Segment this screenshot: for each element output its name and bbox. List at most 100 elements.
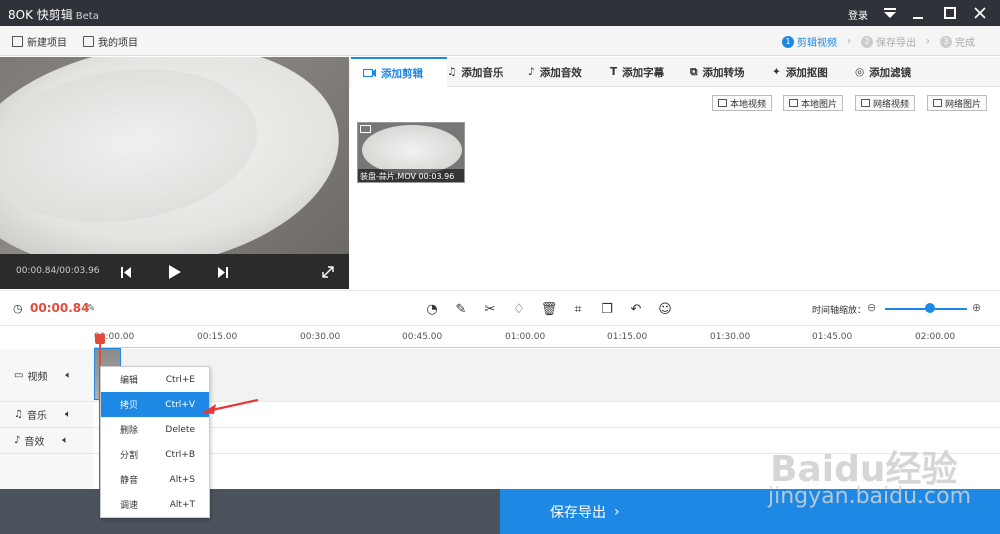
delete-icon[interactable]: 🗑: [540, 300, 558, 318]
player-controls: 00:00.84/00:03.96: [0, 254, 349, 289]
media-panel: 添加剪辑 ♫ 添加音乐 ♪ 添加音效 T 添加字幕 ⧉ 添加转场 ✦ 添加抠图 ◎ 添加滤镜…: [349, 57, 1000, 289]
menu-item-mute[interactable]: 静音 Alt+S: [101, 467, 209, 492]
step-3-label: 完成: [955, 38, 975, 49]
clip-plate-image: [362, 125, 462, 175]
music-note-icon: ♫: [14, 409, 23, 420]
transition-icon: ⧉: [690, 65, 698, 78]
logo-mark: 8OK: [8, 8, 37, 22]
ruler-tick: 00:30.00: [300, 332, 341, 342]
chevron-right-icon: ›: [614, 503, 620, 520]
online-video-button[interactable]: 网络视频: [855, 95, 916, 111]
menu-item-shortcut: Ctrl+E: [165, 374, 195, 385]
maximize-icon[interactable]: [934, 0, 966, 26]
scissors-icon[interactable]: ✂: [481, 300, 499, 318]
pen-icon[interactable]: ✎: [452, 300, 470, 318]
ruler-tick: 02:00.00: [915, 332, 956, 342]
menu-item-shortcut: Ctrl+B: [165, 449, 195, 460]
clock-icon: ◷: [13, 302, 23, 315]
step-3-number: 3: [940, 35, 952, 48]
menu-item-speed[interactable]: 调速 Alt+T: [101, 492, 209, 517]
tab-add-subtitle-label: 添加字幕: [622, 66, 665, 79]
zoom-out-icon[interactable]: ⊖: [867, 301, 876, 314]
timeline-ruler[interactable]: 00:00.00 00:15.00 00:30.00 00:45.00 01:0…: [94, 328, 1000, 348]
my-project-button[interactable]: 我的项目: [83, 34, 138, 49]
media-clip-thumbnail[interactable]: 装盘-蒜片.MOV 00:03.96: [357, 122, 465, 183]
login-link[interactable]: 登录: [848, 7, 868, 22]
ruler-baseline: [94, 347, 1000, 348]
ruler-tick: 01:30.00: [710, 332, 751, 342]
context-menu: 编辑 Ctrl+E 拷贝 Ctrl+V 删除 Delete 分割 Ctrl+B 静音 Al…: [100, 366, 210, 518]
zoom-in-icon[interactable]: ⊕: [972, 301, 981, 314]
music-note-icon: ♫: [447, 66, 457, 78]
plate-inner: [0, 57, 268, 239]
emoji-icon[interactable]: ☺: [656, 300, 674, 318]
tab-add-sfx[interactable]: ♪ 添加音效: [516, 57, 594, 87]
play-icon[interactable]: [165, 262, 185, 282]
folder-icon: [83, 36, 94, 47]
tab-add-filter-label: 添加滤镜: [869, 66, 912, 79]
ruler-tick: 01:15.00: [607, 332, 648, 342]
close-icon[interactable]: [964, 0, 996, 26]
speaker-icon[interactable]: 🔈︎: [65, 370, 71, 381]
menu-item-label: 拷贝: [120, 401, 139, 411]
step-1-label: 剪辑视频: [797, 38, 837, 49]
step-3: 3 完成: [940, 34, 975, 49]
crop-icon[interactable]: ⌗: [569, 300, 587, 318]
tab-add-transition[interactable]: ⧉ 添加转场: [678, 57, 757, 87]
ruler-tick: 01:45.00: [812, 332, 853, 342]
step-2: 2 保存导出: [861, 34, 916, 49]
bell-icon[interactable]: ♢: [510, 300, 528, 318]
copy-icon[interactable]: ❐: [598, 300, 616, 318]
image-file-icon: [933, 99, 942, 107]
local-video-button[interactable]: 本地视频: [712, 95, 773, 111]
new-project-button[interactable]: 新建项目: [12, 34, 67, 49]
next-frame-icon[interactable]: [213, 262, 233, 282]
preview-frame: [0, 57, 349, 289]
app-beta: Beta: [75, 11, 99, 22]
text-t-icon: T: [610, 66, 618, 78]
online-image-button[interactable]: 网络图片: [927, 95, 988, 111]
undo-icon[interactable]: ↶: [627, 300, 645, 318]
track-header-empty: [0, 454, 94, 489]
menu-item-edit[interactable]: 编辑 Ctrl+E: [101, 367, 209, 392]
step-2-label: 保存导出: [876, 38, 916, 49]
tab-add-music[interactable]: ♫ 添加音乐: [435, 57, 515, 87]
track-sfx-label: 音效: [24, 437, 45, 448]
video-camera-icon: ▭: [14, 369, 24, 381]
playhead-handle[interactable]: [95, 334, 105, 344]
prev-frame-icon[interactable]: [116, 262, 136, 282]
menu-item-delete[interactable]: 删除 Delete: [101, 417, 209, 442]
tab-add-cutout[interactable]: ✦ 添加抠图: [760, 57, 840, 87]
menu-item-label: 调速: [120, 501, 139, 511]
menu-item-label: 静音: [120, 476, 139, 486]
track-video-label: 视频: [27, 371, 48, 383]
track-video-lane[interactable]: [94, 349, 1000, 402]
annotation-arrow: [202, 398, 259, 414]
tab-add-subtitle[interactable]: T 添加字幕: [598, 57, 676, 87]
step-2-number: 2: [861, 35, 873, 48]
app-logo: 8OK 快剪辑 Beta: [8, 6, 99, 23]
video-file-icon: [718, 99, 727, 107]
tab-add-clip[interactable]: 添加剪辑: [351, 57, 447, 87]
local-image-button[interactable]: 本地图片: [783, 95, 844, 111]
new-project-label: 新建项目: [27, 38, 67, 49]
step-1-number: 1: [782, 35, 794, 48]
sound-effect-icon: ♪: [528, 66, 535, 78]
menu-item-shortcut: Alt+S: [169, 474, 195, 485]
speaker-icon[interactable]: 🔈︎: [65, 409, 71, 420]
tab-add-sfx-label: 添加音效: [539, 66, 582, 79]
title-bar: 8OK 快剪辑 Beta 登录: [0, 0, 1000, 26]
tab-add-filter[interactable]: ◎ 添加滤镜: [843, 57, 923, 87]
speed-icon[interactable]: ◔: [423, 300, 441, 318]
track-header-sfx: ♪ 音效 🔈︎: [0, 428, 94, 454]
menu-item-split[interactable]: 分割 Ctrl+B: [101, 442, 209, 467]
watermark-url: jingyan.baidu.com: [768, 484, 972, 509]
plus-box-icon: [12, 36, 23, 47]
image-file-icon: [789, 99, 798, 107]
edit-time-icon[interactable]: ✎: [87, 303, 95, 314]
fullscreen-icon[interactable]: [318, 262, 338, 282]
menu-item-copy[interactable]: 拷贝 Ctrl+V: [101, 392, 209, 417]
minimize-icon[interactable]: [902, 0, 934, 26]
speaker-icon[interactable]: 🔈︎: [62, 435, 68, 446]
zoom-slider-knob[interactable]: [925, 303, 936, 313]
